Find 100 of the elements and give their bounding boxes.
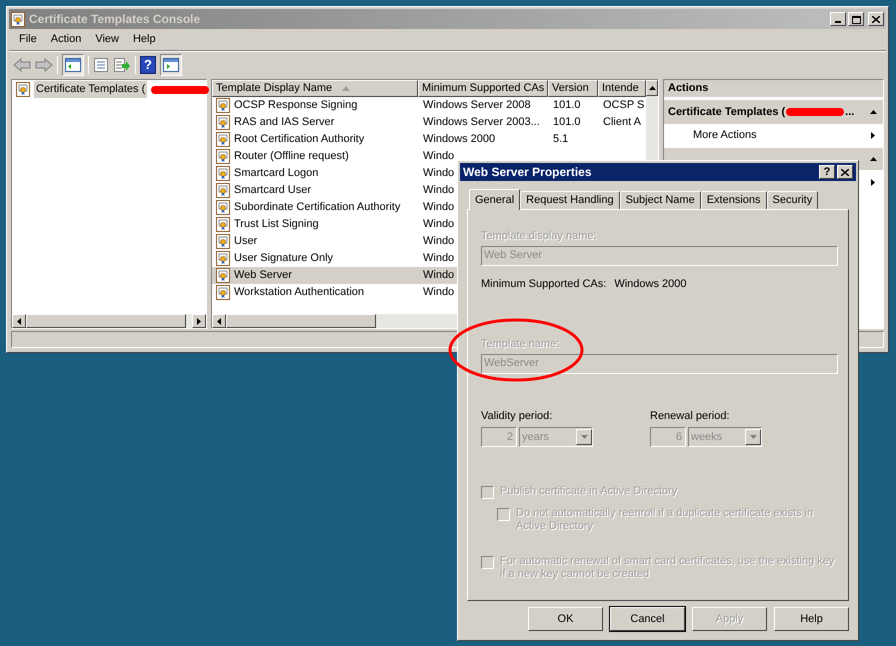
certificate-icon <box>216 98 230 113</box>
caret-up-icon <box>870 110 877 114</box>
table-cell-text: Trust List Signing <box>234 217 319 232</box>
table-cell-text: Router (Offline request) <box>234 149 349 164</box>
window-title: Certificate Templates Console <box>29 11 200 28</box>
list-row[interactable]: Root Certification Authority Windows 2000 5.1 <box>212 131 646 148</box>
caret-down-icon <box>580 435 588 439</box>
scroll-thumb[interactable] <box>226 314 376 328</box>
list-row[interactable]: OCSP Response Signing Windows Server 2008 101.0 OCSP S <box>212 97 646 114</box>
certificate-icon <box>216 217 230 232</box>
menu-item[interactable]: File <box>13 31 43 48</box>
table-cell-text: Client A <box>603 115 641 130</box>
table-cell-text: Windo <box>423 166 454 182</box>
table-cell-text: Smartcard User <box>234 183 312 198</box>
panel-icon <box>65 58 81 72</box>
properties-icon[interactable] <box>93 56 109 72</box>
dropdown-button[interactable] <box>576 429 592 445</box>
list-row[interactable]: Router (Offline request) Windo <box>212 148 646 165</box>
table-cell-text: Windo <box>423 183 454 198</box>
table-cell-text: Windows Server 2003... <box>423 115 540 130</box>
table-cell-text: Smartcard Logon <box>234 166 318 182</box>
dialog-button[interactable]: OK <box>528 607 603 631</box>
certificate-icon <box>216 285 230 300</box>
dialog-button[interactable]: Help <box>774 607 849 631</box>
action-item[interactable]: More Actions <box>664 124 883 146</box>
minimize-icon <box>835 21 841 23</box>
certificate-icon <box>216 200 230 215</box>
caret-down-icon <box>750 435 756 439</box>
caret-right-icon <box>197 318 201 324</box>
close-button[interactable] <box>868 12 884 26</box>
caret-left-icon <box>217 318 221 324</box>
table-cell-text: Windo <box>423 285 454 300</box>
scroll-right-button[interactable] <box>192 314 206 328</box>
table-cell-text: OCSP Response Signing <box>234 98 358 114</box>
certificate-icon <box>11 12 25 26</box>
table-cell-text: User <box>234 234 258 250</box>
column-header[interactable]: Version <box>548 80 598 97</box>
menu-item[interactable]: Help <box>126 31 162 48</box>
caret-left-icon <box>17 318 21 324</box>
maximize-icon <box>852 16 860 24</box>
certificate-icon <box>216 268 230 283</box>
tab[interactable]: Security <box>766 191 818 209</box>
table-cell-text: Windo <box>423 234 454 250</box>
ellipsis: ... <box>845 104 854 120</box>
menu-item[interactable]: Action <box>44 31 88 48</box>
help-button[interactable]: ? <box>819 165 835 179</box>
tab[interactable]: Extensions <box>700 191 766 209</box>
scroll-thumb[interactable] <box>26 314 186 328</box>
certificate-icon <box>216 132 230 147</box>
sort-arrow-icon <box>342 86 350 91</box>
action-pane-toggle[interactable] <box>160 54 182 76</box>
certificate-icon <box>216 234 230 249</box>
table-cell-text: Workstation Authentication <box>234 285 364 300</box>
maximize-button[interactable] <box>848 12 864 26</box>
certificate-icon <box>216 149 230 164</box>
column-header[interactable]: Template Display Name <box>212 80 418 97</box>
forward-arrow-icon[interactable] <box>35 58 53 72</box>
close-button[interactable] <box>837 165 853 179</box>
panel-icon <box>163 58 179 72</box>
table-cell-text: 5.1 <box>553 132 568 148</box>
field-label: Validity period: <box>481 408 554 424</box>
table-cell-text: Root Certification Authority <box>234 132 364 148</box>
actions-title: Actions <box>668 81 708 96</box>
section-title: Certificate Templates ( <box>668 104 786 120</box>
tab[interactable]: Request Handling <box>520 191 620 209</box>
table-cell-text: RAS and IAS Server <box>234 115 334 130</box>
table-cell-text: Windows 2000 <box>423 132 496 148</box>
action-section-header[interactable]: Certificate Templates ( ... <box>664 100 883 124</box>
field-label: Renewal period: <box>650 408 730 424</box>
dialog-title: Web Server Properties <box>463 164 592 181</box>
caret-up-icon <box>648 86 656 90</box>
certificate-icon <box>216 166 230 181</box>
help-button[interactable]: ? <box>140 56 156 74</box>
scroll-left-button[interactable] <box>12 314 26 328</box>
certificate-icon <box>216 183 230 198</box>
scroll-left-button[interactable] <box>212 314 226 328</box>
scroll-up-button[interactable] <box>646 80 658 96</box>
column-header[interactable]: Intende <box>598 80 646 97</box>
caret-right-icon <box>871 132 875 138</box>
tab[interactable]: General <box>469 189 520 210</box>
caret-right-icon[interactable] <box>871 178 875 186</box>
redaction-bar <box>151 86 210 94</box>
table-cell-text: 101.0 <box>553 115 581 130</box>
certificate-icon <box>16 82 30 97</box>
back-arrow-icon[interactable] <box>13 58 31 72</box>
dropdown-button[interactable] <box>745 429 761 445</box>
tab[interactable]: Subject Name <box>620 191 701 209</box>
redaction-bar <box>786 108 844 116</box>
console-tree-toggle[interactable] <box>62 54 84 76</box>
menu-item[interactable]: View <box>89 31 125 48</box>
column-header[interactable]: Minimum Supported CAs <box>418 80 548 97</box>
table-cell-text: Windo <box>423 149 454 164</box>
table-cell-text: OCSP S <box>603 98 644 114</box>
tree-item[interactable]: Certificate Templates ( <box>34 81 148 98</box>
table-cell-text: Windo <box>423 200 454 216</box>
list-row[interactable]: RAS and IAS Server Windows Server 2003... 101.0 Client A <box>212 114 646 131</box>
export-list-icon[interactable] <box>113 56 131 72</box>
minimize-button[interactable] <box>830 12 846 26</box>
dialog-button[interactable]: Cancel <box>610 607 685 631</box>
table-cell-text: Web Server <box>234 268 292 284</box>
